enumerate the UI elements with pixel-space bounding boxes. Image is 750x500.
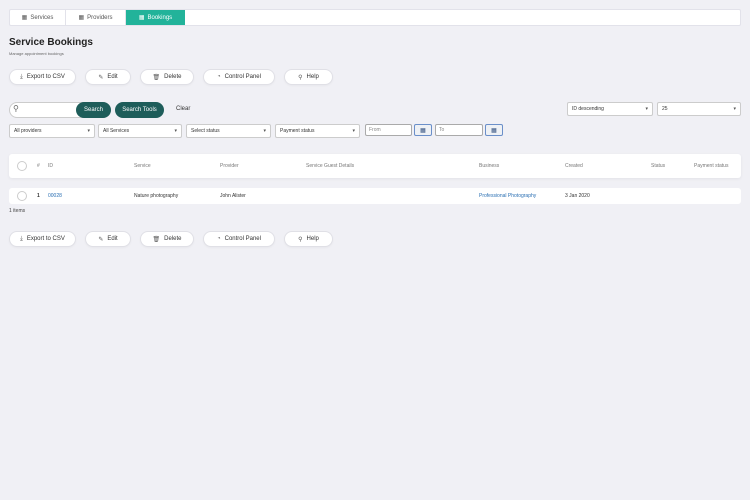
pin-icon: ⚲	[298, 236, 303, 243]
status-filter-select[interactable]: Select status ▾	[186, 124, 271, 138]
clear-link[interactable]: Clear	[176, 106, 190, 112]
to-date-input[interactable]: To	[435, 124, 483, 136]
tab-bookings[interactable]: ▦ Bookings	[126, 10, 185, 25]
providers-filter-value: All providers	[14, 128, 42, 134]
from-date-input[interactable]: From	[365, 124, 412, 136]
help-button[interactable]: ⚲ Help	[284, 69, 333, 85]
search-input[interactable]: ⚲ Search	[9, 102, 111, 118]
grid-icon: ▦	[78, 15, 85, 21]
control-panel-button[interactable]: ◔ Control Panel	[203, 69, 275, 85]
gauge-icon: ◔	[217, 236, 221, 242]
export-csv-label: Export to CSV	[26, 236, 65, 242]
to-date-placeholder: To	[439, 127, 445, 133]
row-checkbox[interactable]	[17, 191, 27, 201]
search-button-label: Search	[83, 107, 103, 113]
search-button[interactable]: Search	[76, 102, 111, 118]
download-icon: ⤓	[20, 73, 23, 80]
grid-icon: ▦	[21, 15, 28, 21]
calendar-icon: ▦	[491, 127, 497, 134]
row-number: 1	[37, 193, 40, 199]
caret-down-icon: ▾	[87, 128, 90, 134]
control-panel-label: Control Panel	[224, 74, 261, 80]
table-header: # ID Service Provider Service Guest Deta…	[9, 154, 741, 178]
edit-button[interactable]: ✎ Edit	[85, 69, 131, 85]
tab-providers[interactable]: ▦ Providers	[66, 10, 126, 25]
caret-down-icon: ▾	[352, 128, 355, 134]
col-header-id[interactable]: ID	[48, 163, 53, 169]
tab-label: Services	[30, 14, 54, 21]
action-toolbar-bottom: ⤓ Export to CSV ✎ Edit 🗑 Delete ◔ Contro…	[9, 231, 333, 247]
from-calendar-button[interactable]: ▦	[414, 124, 432, 136]
export-csv-label: Export to CSV	[26, 74, 65, 80]
delete-label: Delete	[164, 74, 182, 80]
gauge-icon: ◔	[217, 74, 221, 80]
page-title: Service Bookings	[9, 37, 93, 48]
col-header-number: #	[37, 163, 40, 169]
control-panel-button[interactable]: ◔ Control Panel	[203, 231, 275, 247]
help-label: Help	[306, 74, 319, 80]
col-header-guest-details: Service Guest Details	[306, 163, 355, 169]
services-filter-value: All Services	[103, 128, 130, 134]
caret-down-icon: ▾	[263, 128, 266, 134]
caret-down-icon: ▾	[645, 106, 648, 112]
payment-status-filter-value: Payment status	[280, 128, 315, 134]
control-panel-label: Control Panel	[224, 236, 261, 242]
search-icon: ⚲	[13, 104, 19, 113]
sort-order-value: ID descending	[572, 106, 604, 112]
edit-label: Edit	[107, 74, 118, 80]
col-header-service[interactable]: Service	[134, 163, 151, 169]
search-tools-label: Search Tools	[122, 107, 157, 113]
from-date-placeholder: From	[369, 127, 381, 133]
trash-icon: 🗑	[152, 236, 161, 243]
tab-services[interactable]: ▦ Services	[10, 10, 66, 25]
tab-label: Providers	[87, 14, 113, 21]
col-header-provider: Provider	[220, 163, 239, 169]
select-all-checkbox[interactable]	[17, 161, 27, 171]
edit-icon: ✎	[98, 236, 104, 243]
row-created: 3 Jan 2020	[565, 193, 590, 199]
caret-down-icon: ▾	[174, 128, 177, 134]
pin-icon: ⚲	[298, 74, 303, 81]
download-icon: ⤓	[20, 235, 23, 242]
col-header-status: Status	[651, 163, 666, 169]
trash-icon: 🗑	[152, 74, 161, 81]
edit-label: Edit	[107, 236, 118, 242]
help-button[interactable]: ⚲ Help	[284, 231, 333, 247]
export-csv-button[interactable]: ⤓ Export to CSV	[9, 69, 76, 85]
row-business-link[interactable]: Professional Photography	[479, 193, 536, 199]
edit-icon: ✎	[98, 74, 104, 81]
grid-icon: ▦	[138, 15, 145, 21]
delete-button[interactable]: 🗑 Delete	[140, 231, 194, 247]
services-filter-select[interactable]: All Services ▾	[98, 124, 182, 138]
top-tabs: ▦ Services ▦ Providers ▦ Bookings	[9, 9, 741, 26]
delete-button[interactable]: 🗑 Delete	[140, 69, 194, 85]
items-count: 1 items	[9, 208, 26, 214]
search-tools-button[interactable]: Search Tools	[115, 102, 164, 118]
row-id-link[interactable]: 00028	[48, 193, 62, 199]
tab-label: Bookings	[147, 14, 173, 21]
page-size-select[interactable]: 25 ▾	[657, 102, 741, 116]
providers-filter-select[interactable]: All providers ▾	[9, 124, 95, 138]
edit-button[interactable]: ✎ Edit	[85, 231, 131, 247]
delete-label: Delete	[164, 236, 182, 242]
action-toolbar-top: ⤓ Export to CSV ✎ Edit 🗑 Delete ◔ Contro…	[9, 69, 333, 85]
payment-status-filter-select[interactable]: Payment status ▾	[275, 124, 360, 138]
table-row[interactable]: 1 00028 Nature photography John Alister …	[9, 188, 741, 204]
page-subtitle: Manage appointment bookings	[9, 51, 64, 56]
page-size-value: 25	[662, 106, 668, 112]
col-header-business: Business	[479, 163, 500, 169]
help-label: Help	[306, 236, 319, 242]
to-calendar-button[interactable]: ▦	[485, 124, 503, 136]
caret-down-icon: ▾	[733, 106, 736, 112]
export-csv-button[interactable]: ⤓ Export to CSV	[9, 231, 76, 247]
sort-order-select[interactable]: ID descending ▾	[567, 102, 653, 116]
col-header-payment-status: Payment status	[694, 163, 729, 169]
col-header-created[interactable]: Created	[565, 163, 583, 169]
row-provider: John Alister	[220, 193, 246, 199]
calendar-icon: ▦	[420, 127, 426, 134]
row-service: Nature photography	[134, 193, 179, 199]
status-filter-value: Select status	[191, 128, 220, 134]
